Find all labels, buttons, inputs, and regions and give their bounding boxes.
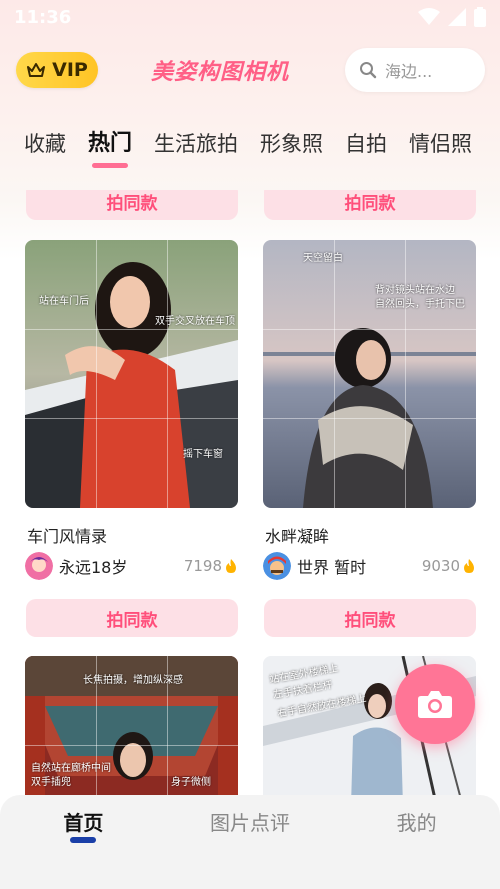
vip-button[interactable]: VIP bbox=[16, 52, 98, 88]
grid-line bbox=[96, 240, 97, 508]
author-row: 世界 暂时 9030 bbox=[263, 551, 476, 581]
pose-hint: 双手插兜 bbox=[31, 777, 71, 788]
tab-popular[interactable]: 热门 bbox=[88, 124, 132, 170]
pose-hint: 身子微侧 bbox=[171, 777, 211, 788]
battery-icon bbox=[474, 7, 486, 27]
nav-home[interactable]: 首页 bbox=[23, 807, 143, 889]
grid-line bbox=[167, 240, 168, 508]
like-count-group[interactable]: 9030 bbox=[422, 557, 476, 575]
card-title: 水畔凝眸 bbox=[265, 527, 330, 546]
pose-hint: 摇下车窗 bbox=[183, 449, 223, 460]
author-row: 永远18岁 7198 bbox=[25, 551, 238, 581]
grid-line bbox=[263, 418, 476, 419]
search-input[interactable]: 海边... bbox=[345, 48, 485, 92]
author-name: 世界 暂时 bbox=[297, 558, 367, 577]
tab-couple[interactable]: 情侣照 bbox=[409, 124, 472, 170]
avatar[interactable] bbox=[25, 552, 53, 580]
like-count: 7198 bbox=[183, 557, 222, 575]
search-icon bbox=[360, 62, 377, 79]
tab-favorites[interactable]: 收藏 bbox=[24, 124, 66, 170]
nav-profile[interactable]: 我的 bbox=[357, 807, 477, 889]
card-image[interactable]: 天空留白 背对镜头站在水边 自然回头，手托下巴 bbox=[263, 240, 476, 508]
photo-lakeside-woman bbox=[263, 240, 476, 508]
grid-line bbox=[25, 329, 238, 330]
status-time: 11:36 bbox=[14, 6, 72, 28]
photo-car-door-woman bbox=[25, 240, 238, 508]
tab-selfie[interactable]: 自拍 bbox=[345, 124, 387, 170]
same-style-button[interactable]: 拍同款 bbox=[26, 190, 238, 220]
grid-line bbox=[25, 418, 238, 419]
pose-hint: 站在车门后 bbox=[39, 296, 89, 307]
same-style-button[interactable]: 拍同款 bbox=[264, 599, 476, 637]
grid-line bbox=[25, 745, 238, 746]
pose-hint: 天空留白 bbox=[303, 253, 343, 264]
pose-hint: 长焦拍摄，增加纵深感 bbox=[83, 675, 183, 686]
card-title: 车门风情录 bbox=[27, 527, 108, 546]
category-tabs: 收藏 热门 生活旅拍 形象照 自拍 情侣照 bbox=[0, 124, 500, 172]
pose-hint: 自然回头，手托下巴 bbox=[375, 299, 465, 310]
same-style-button[interactable]: 拍同款 bbox=[264, 190, 476, 220]
like-count: 9030 bbox=[421, 557, 460, 575]
tab-life-travel[interactable]: 生活旅拍 bbox=[154, 124, 238, 170]
status-bar: 11:36 bbox=[0, 0, 500, 34]
bottom-nav: 首页 图片点评 我的 bbox=[0, 795, 500, 889]
avatar[interactable] bbox=[263, 552, 291, 580]
grid-line bbox=[405, 240, 406, 508]
signal-icon bbox=[448, 8, 466, 26]
author-name: 永远18岁 bbox=[59, 558, 128, 577]
flame-icon bbox=[464, 559, 474, 573]
nav-photo-review[interactable]: 图片点评 bbox=[190, 807, 310, 889]
search-placeholder: 海边... bbox=[385, 62, 433, 81]
tab-portrait[interactable]: 形象照 bbox=[260, 124, 323, 170]
vip-label: VIP bbox=[52, 59, 88, 81]
pose-hint: 背对镜头站在水边 bbox=[375, 285, 455, 296]
same-style-button[interactable]: 拍同款 bbox=[26, 599, 238, 637]
crown-icon bbox=[27, 63, 46, 77]
camera-button[interactable] bbox=[395, 664, 475, 744]
pose-hint: 自然站在廊桥中间 bbox=[31, 763, 111, 774]
camera-icon bbox=[418, 691, 452, 718]
status-icons bbox=[418, 7, 486, 27]
card-image[interactable]: 长焦拍摄，增加纵深感 自然站在廊桥中间 双手插兜 身子微侧 bbox=[25, 656, 238, 800]
grid-line bbox=[334, 240, 335, 508]
app-title: 美姿构图相机 bbox=[150, 60, 289, 85]
like-count-group[interactable]: 7198 bbox=[184, 557, 238, 575]
app-header: VIP 美姿构图相机 海边... bbox=[0, 44, 500, 96]
flame-icon bbox=[226, 559, 236, 573]
grid-line bbox=[263, 329, 476, 330]
pose-hint: 双手交叉放在车顶 bbox=[155, 316, 235, 327]
card-image[interactable]: 站在车门后 双手交叉放在车顶 摇下车窗 bbox=[25, 240, 238, 508]
wifi-icon bbox=[418, 8, 440, 25]
